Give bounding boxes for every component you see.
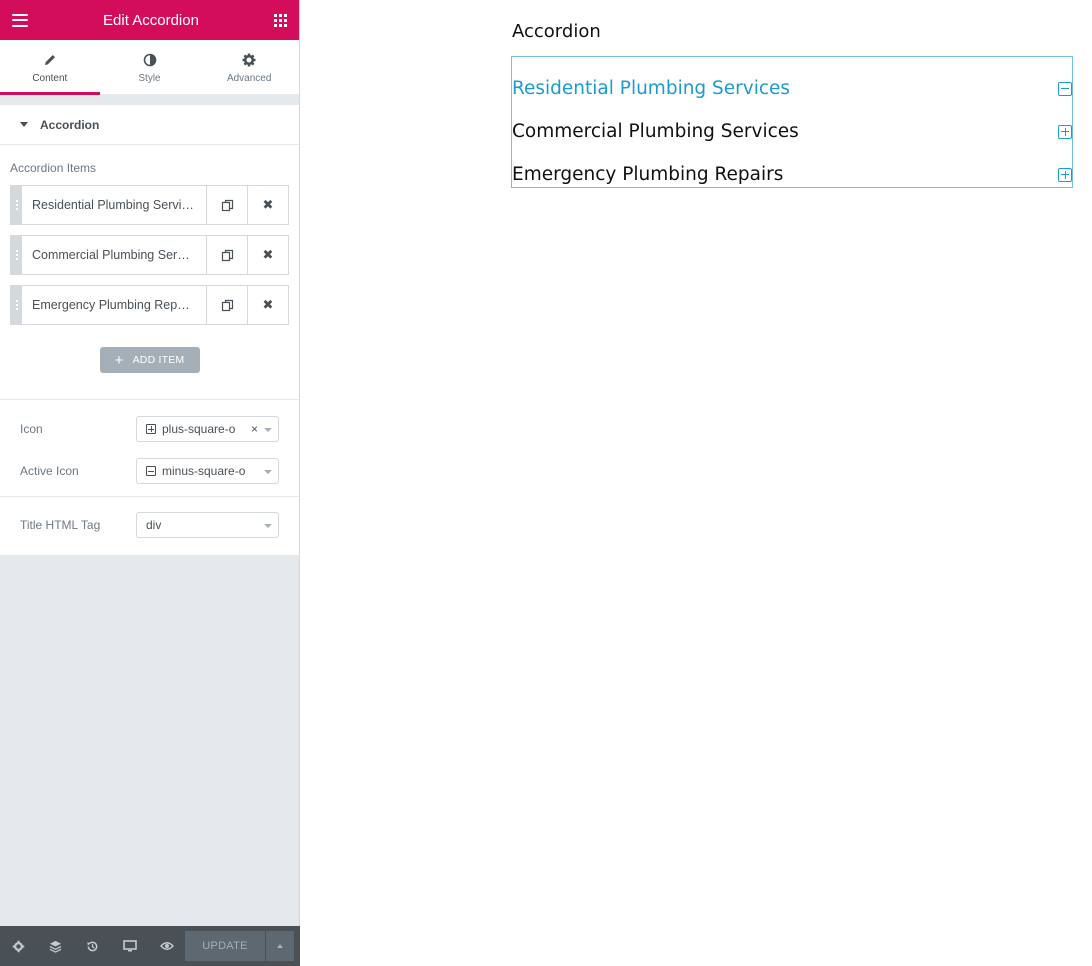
editor-sidebar: Edit Accordion Content Style Advanced Ac…: [0, 0, 300, 966]
accordion-item-title: Emergency Plumbing Repairs: [512, 164, 784, 185]
tab-content-label: Content: [32, 72, 68, 84]
accordion-item-title: Residential Plumbing Services: [512, 78, 791, 99]
panel-tabs: Content Style Advanced: [0, 40, 300, 95]
repeater-item-text: Residential Plumbing Services: [32, 198, 201, 212]
title-tag-control: Title HTML Tag div: [0, 503, 299, 547]
tab-advanced-label: Advanced: [226, 72, 272, 84]
active-icon-select[interactable]: minus-square-o: [136, 458, 279, 484]
panel-title: Edit Accordion: [103, 11, 199, 29]
repeater-item[interactable]: Residential Plumbing Services ✖: [10, 185, 289, 225]
active-icon-control-label: Active Icon: [20, 464, 79, 478]
accordion-widget[interactable]: Residential Plumbing Services Commercial…: [511, 56, 1073, 188]
drag-handle-icon[interactable]: [11, 286, 22, 324]
close-icon: ✖: [262, 197, 274, 212]
clear-icon[interactable]: ×: [251, 422, 258, 436]
remove-button[interactable]: ✖: [247, 236, 288, 274]
minus-square-icon: [1058, 81, 1072, 96]
layers-icon[interactable]: [37, 926, 74, 966]
update-button[interactable]: UPDATE: [185, 931, 265, 961]
plus-icon: +: [114, 351, 124, 369]
title-tag-select[interactable]: div: [136, 512, 279, 538]
add-item-label: ADD ITEM: [132, 354, 185, 366]
drag-handle-icon[interactable]: [11, 236, 22, 274]
settings-gear-icon[interactable]: [0, 926, 37, 966]
repeater-item[interactable]: Emergency Plumbing Repairs ✖: [10, 285, 289, 325]
copy-icon: [221, 249, 233, 261]
duplicate-button[interactable]: [206, 186, 247, 224]
title-tag-value: div: [146, 518, 162, 532]
duplicate-button[interactable]: [206, 286, 247, 324]
caret-down-icon: [20, 122, 28, 127]
tab-content[interactable]: Content: [0, 40, 100, 95]
chevron-down-icon: [264, 470, 272, 474]
preview-canvas: Accordion Residential Plumbing Services …: [301, 0, 1092, 966]
hamburger-icon[interactable]: [12, 13, 28, 27]
sidebar-header: Edit Accordion: [0, 0, 299, 40]
copy-icon: [221, 299, 233, 311]
active-icon-control: Active Icon minus-square-o: [0, 450, 299, 492]
repeater-item-text: Commercial Plumbing Services: [32, 248, 206, 262]
title-tag-label: Title HTML Tag: [20, 518, 101, 532]
chevron-up-icon: [277, 944, 283, 948]
duplicate-button[interactable]: [206, 236, 247, 274]
add-item-wrap: + ADD ITEM: [0, 335, 299, 400]
tab-style[interactable]: Style: [99, 40, 200, 94]
accordion-item[interactable]: Emergency Plumbing Repairs: [512, 164, 1072, 185]
half-circle-icon: [143, 51, 157, 69]
remove-button[interactable]: ✖: [247, 186, 288, 224]
plus-square-icon: [1058, 124, 1072, 139]
grid-icon[interactable]: [273, 13, 287, 27]
repeater-label: Accordion Items: [10, 161, 97, 175]
close-icon: ✖: [262, 297, 274, 312]
tab-style-label: Style: [138, 72, 161, 84]
update-options-button[interactable]: [266, 931, 294, 961]
section-toggle[interactable]: Accordion: [0, 105, 299, 145]
plus-square-icon: [1058, 167, 1072, 182]
active-icon-select-value: minus-square-o: [162, 464, 246, 478]
icon-control-label: Icon: [20, 422, 43, 436]
drag-handle-icon[interactable]: [11, 186, 22, 224]
panel-footer: UPDATE: [0, 926, 300, 966]
section-title: Accordion: [40, 117, 100, 132]
preview-heading: Accordion: [512, 21, 601, 42]
gear-icon: [242, 51, 256, 69]
chevron-down-icon: [264, 428, 272, 432]
close-icon: ✖: [262, 247, 274, 262]
chevron-down-icon: [264, 524, 272, 528]
icon-select[interactable]: plus-square-o ×: [136, 416, 279, 442]
accordion-item[interactable]: Commercial Plumbing Services: [512, 121, 1072, 142]
copy-icon: [221, 199, 233, 211]
desktop-icon[interactable]: [111, 926, 148, 966]
eye-icon[interactable]: [148, 926, 185, 966]
accordion-section: Accordion Accordion Items Residential Pl…: [0, 105, 299, 555]
accordion-item[interactable]: Residential Plumbing Services: [512, 78, 1072, 99]
remove-button[interactable]: ✖: [247, 286, 288, 324]
repeater-item-title[interactable]: Commercial Plumbing Services: [22, 236, 206, 274]
repeater-item[interactable]: Commercial Plumbing Services ✖: [10, 235, 289, 275]
tab-advanced[interactable]: Advanced: [199, 40, 300, 94]
icon-select-value: plus-square-o: [162, 422, 236, 436]
icon-control: Icon plus-square-o ×: [0, 408, 299, 450]
pencil-icon: [43, 51, 57, 69]
repeater-item-title[interactable]: Emergency Plumbing Repairs: [22, 286, 206, 324]
add-item-button[interactable]: + ADD ITEM: [99, 347, 200, 373]
repeater-item-text: Emergency Plumbing Repairs: [32, 298, 198, 312]
plus-square-icon: [146, 424, 156, 434]
repeater-item-title[interactable]: Residential Plumbing Services: [22, 186, 206, 224]
history-icon[interactable]: [74, 926, 111, 966]
minus-square-icon: [146, 466, 156, 476]
accordion-item-title: Commercial Plumbing Services: [512, 121, 799, 142]
spacer: [0, 95, 299, 105]
